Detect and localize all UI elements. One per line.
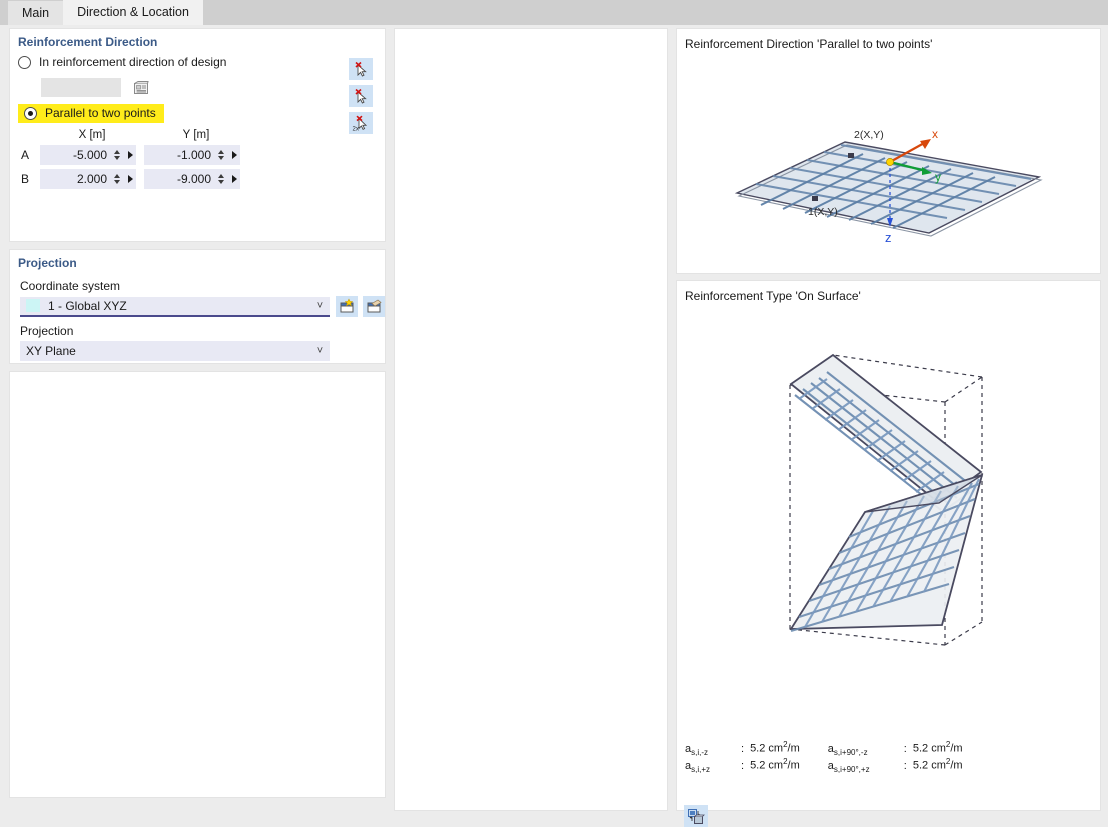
coordinate-header-row: X [m] Y [m] bbox=[10, 123, 385, 141]
pick-point-b-icon[interactable] bbox=[349, 85, 373, 107]
coordinate-system-label: Coordinate system bbox=[20, 279, 121, 293]
point-b-y-stepper[interactable] bbox=[215, 174, 226, 184]
new-coordinate-system-icon[interactable] bbox=[336, 296, 358, 317]
coordinate-system-row: 1 - Global XYZ ˅ bbox=[10, 296, 385, 317]
legend-item-0-colon: : bbox=[741, 742, 745, 755]
parallel-option-wrap: Parallel to two points bbox=[10, 98, 385, 123]
projection-plane-label: Projection bbox=[20, 324, 74, 338]
tab-strip: Main Direction & Location bbox=[0, 0, 1108, 25]
pick-buttons-column: 2x bbox=[349, 58, 373, 139]
pick-two-points-icon[interactable]: 2x bbox=[349, 112, 373, 134]
view-reinforcement-type: Reinforcement Type 'On Surface' as,i,-z … bbox=[676, 280, 1101, 811]
radio-design-label: In reinforcement direction of design bbox=[39, 55, 227, 69]
column-header-y: Y [m] bbox=[182, 129, 210, 141]
legend-item-3-colon: : bbox=[903, 759, 907, 772]
view1-axis-z-label: z bbox=[885, 230, 892, 245]
point-b-x-value: 2.000 bbox=[76, 172, 107, 186]
svg-text:2x: 2x bbox=[353, 126, 359, 132]
view2-title: Reinforcement Type 'On Surface' bbox=[685, 289, 861, 303]
legend-item-2-value: 5.2 cm2/m bbox=[912, 740, 963, 755]
legend-item-1: as,i,+z : 5.2 cm2/m bbox=[685, 757, 800, 774]
pick-point-a-icon[interactable] bbox=[349, 58, 373, 80]
point-a-x-more-icon[interactable] bbox=[124, 151, 136, 159]
column-header-x: X [m] bbox=[78, 129, 106, 141]
legend-column-2: as,i+90°,-z : 5.2 cm2/m as,i+90°,+z : 5.… bbox=[828, 740, 963, 774]
legend-item-3: as,i+90°,+z : 5.2 cm2/m bbox=[828, 757, 963, 774]
coordinate-system-color-swatch bbox=[26, 299, 40, 312]
point-b-x-stepper[interactable] bbox=[111, 174, 122, 184]
legend-item-2-name: as,i+90°,-z bbox=[827, 742, 868, 757]
point-b-x-more-icon[interactable] bbox=[124, 175, 136, 183]
projection-plane-value: XY Plane bbox=[26, 344, 76, 358]
point-a-y-value: -1.000 bbox=[176, 148, 211, 162]
radio-design-icon[interactable] bbox=[18, 55, 31, 69]
point-b-y-more-icon[interactable] bbox=[228, 175, 240, 183]
projection-plane-row: XY Plane ˅ bbox=[10, 341, 385, 361]
view2-legend: as,i,-z : 5.2 cm2/m as,i,+z : 5.2 cm2/m … bbox=[685, 740, 963, 774]
tab-main[interactable]: Main bbox=[8, 1, 64, 25]
coordinate-system-select[interactable]: 1 - Global XYZ ˅ bbox=[20, 296, 330, 317]
chevron-down-icon-2[interactable]: ˅ bbox=[310, 345, 330, 357]
coordinate-system-value: 1 - Global XYZ bbox=[48, 298, 127, 313]
edit-coordinate-system-icon[interactable] bbox=[363, 296, 385, 317]
row-label-b: B bbox=[20, 172, 29, 186]
design-direction-field bbox=[41, 78, 121, 97]
radio-parallel-icon[interactable] bbox=[24, 106, 37, 120]
row-label-a: A bbox=[20, 148, 29, 162]
legend-item-2: as,i+90°,-z : 5.2 cm2/m bbox=[828, 740, 963, 757]
radio-option-parallel[interactable]: Parallel to two points bbox=[18, 104, 164, 123]
legend-item-0-value: 5.2 cm2/m bbox=[750, 740, 800, 755]
coordinate-row-a: A -5.000 -1.000 bbox=[10, 145, 385, 165]
view1-title: Reinforcement Direction 'Parallel to two… bbox=[685, 37, 933, 51]
legend-item-0: as,i,-z : 5.2 cm2/m bbox=[685, 740, 800, 757]
tab-direction-location[interactable]: Direction & Location bbox=[63, 0, 203, 25]
list-picker-icon[interactable] bbox=[130, 77, 152, 98]
radio-option-design[interactable]: In reinforcement direction of design bbox=[10, 51, 385, 69]
reinforcement-direction-group: Reinforcement Direction In reinforcement… bbox=[9, 28, 386, 242]
point-a-x-input[interactable]: -5.000 bbox=[40, 145, 136, 165]
view1-point1-label: 1(X,Y) bbox=[808, 206, 838, 218]
toggle-view-icon[interactable] bbox=[684, 805, 708, 827]
legend-item-1-colon: : bbox=[741, 759, 745, 772]
coordinate-row-b: B 2.000 -9.000 bbox=[10, 169, 385, 189]
view1-point2-label: 2(X,Y) bbox=[854, 129, 884, 141]
point-b-y-value: -9.000 bbox=[176, 172, 211, 186]
view2-graphic bbox=[789, 353, 984, 646]
reinforcement-direction-title: Reinforcement Direction bbox=[18, 35, 158, 49]
projection-title: Projection bbox=[18, 256, 77, 270]
point-b-x-input[interactable]: 2.000 bbox=[40, 169, 136, 189]
view1-axis-y-label: y bbox=[935, 170, 941, 184]
view-reinforcement-direction: Reinforcement Direction 'Parallel to two… bbox=[676, 28, 1101, 274]
chevron-down-icon[interactable]: ˅ bbox=[310, 300, 330, 312]
point-b-y-input[interactable]: -9.000 bbox=[144, 169, 240, 189]
left-empty-panel bbox=[9, 371, 386, 798]
legend-item-3-name: as,i+90°,+z bbox=[827, 759, 870, 774]
legend-item-0-name: as,i,-z bbox=[685, 742, 709, 757]
radio-parallel-label: Parallel to two points bbox=[45, 106, 156, 120]
legend-item-3-value: 5.2 cm2/m bbox=[912, 757, 963, 772]
point-a-y-stepper[interactable] bbox=[215, 150, 226, 160]
point-a-x-stepper[interactable] bbox=[111, 150, 122, 160]
point-a-x-value: -5.000 bbox=[72, 148, 107, 162]
projection-group: Projection Coordinate system 1 - Global … bbox=[9, 249, 386, 364]
projection-plane-select[interactable]: XY Plane ˅ bbox=[20, 341, 330, 361]
point-a-y-input[interactable]: -1.000 bbox=[144, 145, 240, 165]
legend-item-2-colon: : bbox=[903, 742, 907, 755]
point-a-y-more-icon[interactable] bbox=[228, 151, 240, 159]
legend-item-1-name: as,i,+z bbox=[685, 759, 711, 774]
legend-item-1-value: 5.2 cm2/m bbox=[750, 757, 800, 772]
view1-graphic: x y z 2(X,Y) 1(X,Y) bbox=[734, 127, 1043, 245]
design-direction-row bbox=[10, 69, 385, 98]
middle-empty-panel bbox=[394, 28, 668, 811]
left-column: Reinforcement Direction In reinforcement… bbox=[9, 28, 386, 798]
legend-column-1: as,i,-z : 5.2 cm2/m as,i,+z : 5.2 cm2/m bbox=[685, 740, 800, 774]
right-column: Reinforcement Direction 'Parallel to two… bbox=[676, 28, 1101, 811]
view1-axis-x-label: x bbox=[932, 127, 938, 141]
page-body: Reinforcement Direction In reinforcement… bbox=[0, 25, 1108, 827]
